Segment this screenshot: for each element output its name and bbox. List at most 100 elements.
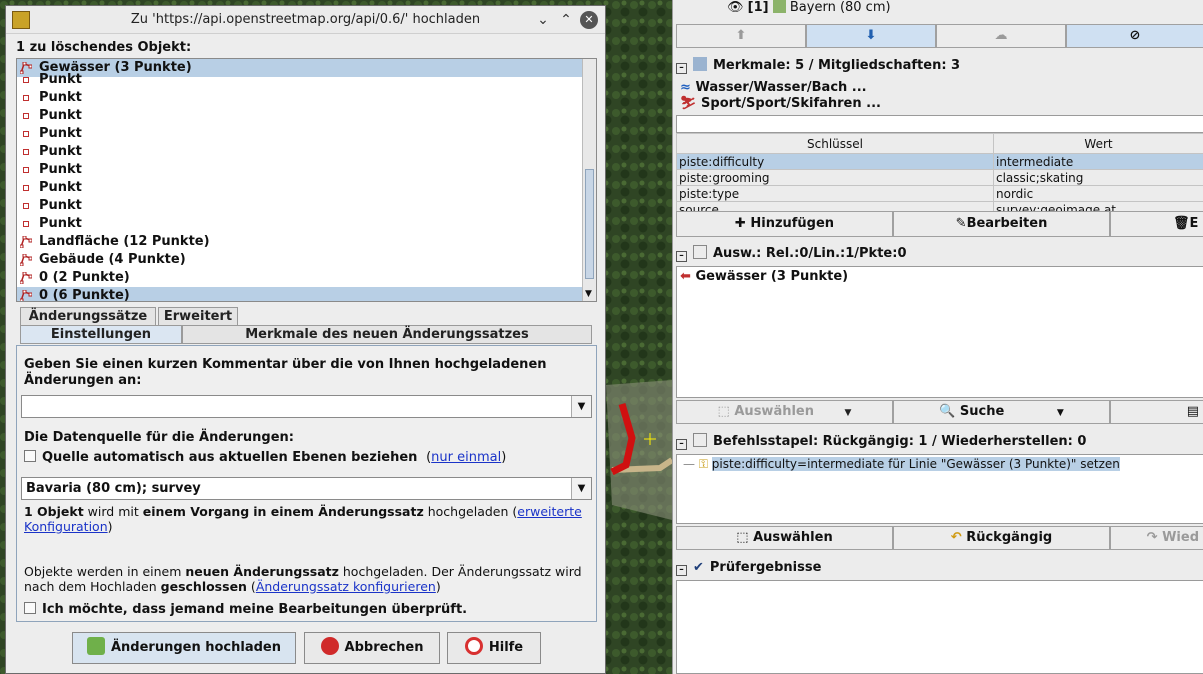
chevron-down-icon[interactable]: ▼ [571, 478, 591, 499]
object-row[interactable]: Gebäude (4 Punkte) [17, 251, 596, 269]
tag-key[interactable]: piste:type [676, 185, 994, 202]
object-row[interactable]: Punkt [17, 89, 596, 107]
object-row[interactable]: Punkt [17, 215, 596, 233]
collapse-icon[interactable]: – [676, 565, 687, 576]
move-up-button[interactable]: ⬆ [676, 24, 806, 48]
search-button[interactable]: 🔍 Suche ▼ [893, 400, 1110, 424]
way-icon [19, 235, 33, 249]
comment-combobox[interactable]: ▼ [21, 395, 592, 418]
tag-row[interactable]: piste:difficulty intermediate [676, 153, 1203, 170]
move-down-button[interactable]: ⬇ [806, 24, 936, 48]
tag-icon [693, 57, 707, 71]
command-list[interactable]: — ⚿ piste:difficulty=intermediate für Li… [676, 454, 1203, 524]
dialog-titlebar[interactable]: Zu 'https://api.openstreetmap.org/api/0.… [6, 6, 605, 34]
more-selection-button[interactable]: ▤ [1110, 400, 1203, 424]
chevron-down-icon[interactable]: ⌄ [534, 11, 552, 29]
auto-source-row: Quelle automatisch aus aktuellen Ebenen … [24, 450, 506, 465]
selection-list[interactable]: ⬅ Gewässer (3 Punkte) [676, 266, 1203, 398]
object-row[interactable]: Punkt [17, 107, 596, 125]
tag-value[interactable]: intermediate [993, 153, 1203, 170]
delete-objects-label: 1 zu löschendes Objekt: [16, 40, 192, 55]
node-icon [23, 95, 29, 101]
command-item[interactable]: — ⚿ piste:difficulty=intermediate für Li… [677, 455, 1203, 472]
tag-key[interactable]: piste:difficulty [676, 153, 994, 170]
validator-results[interactable] [676, 580, 1203, 674]
tags-panel-header[interactable]: – Merkmale: 5 / Mitgliedschaften: 3 [676, 55, 960, 77]
redo-button[interactable]: ↷ Wied [1110, 526, 1203, 550]
selection-panel-header[interactable]: – Ausw.: Rel.:0/Lin.:1/Pkte:0 [676, 243, 906, 265]
upload-button[interactable]: Änderungen hochladen [72, 632, 296, 664]
delete-tag-button[interactable]: 🗑E [1110, 211, 1203, 237]
scroll-down-icon[interactable]: ▼ [585, 289, 592, 299]
close-icon[interactable]: ✕ [580, 11, 598, 29]
object-row[interactable]: Punkt [17, 197, 596, 215]
selection-icon [693, 245, 707, 259]
layer-opacity-button[interactable]: ⊘ [1066, 24, 1203, 48]
value-column-header[interactable]: Wert [993, 133, 1203, 154]
review-row: Ich möchte, dass jemand meine Bearbeitun… [24, 602, 467, 617]
collapse-icon[interactable]: – [676, 251, 687, 262]
object-row[interactable]: 0 (6 Punkte) [17, 287, 596, 301]
edit-tag-button[interactable]: ✎Bearbeiten [893, 211, 1110, 237]
command-select-button[interactable]: ⬚ Auswählen [676, 526, 893, 550]
chevron-down-icon[interactable]: ▼ [571, 396, 591, 417]
chevron-down-icon[interactable]: ▼ [845, 408, 852, 418]
object-row[interactable]: Punkt [17, 179, 596, 197]
source-combobox[interactable]: Bavaria (80 cm); survey ▼ [21, 477, 592, 500]
select-button[interactable]: ⬚ Auswählen ▼ [676, 400, 893, 424]
help-button[interactable]: Hilfe [447, 632, 541, 664]
tag-filter-field[interactable] [676, 115, 1203, 133]
review-checkbox[interactable] [24, 602, 36, 614]
eye-icon[interactable]: 👁 [727, 0, 744, 15]
tab-advanced[interactable]: Erweitert [158, 307, 238, 326]
object-row[interactable]: Punkt [17, 161, 596, 179]
collapse-icon[interactable]: – [676, 63, 687, 74]
selection-item[interactable]: ⬅ Gewässer (3 Punkte) [677, 267, 1203, 284]
object-label: Punkt [39, 108, 82, 123]
configure-changeset-link[interactable]: Änderungssatz konfigurieren [256, 579, 436, 594]
preset-water-stream[interactable]: ≈ Wasser/Wasser/Bach ... [680, 80, 881, 96]
redo-icon: ↷ [1146, 530, 1158, 545]
tags-table[interactable]: Schlüssel Wert piste:difficulty intermedia… [676, 133, 1203, 218]
cancel-button[interactable]: Abbrechen [304, 632, 440, 664]
validator-header[interactable]: – ✔ Prüfergebnisse [676, 557, 821, 579]
undo-button[interactable]: ↶ Rückgängig [893, 526, 1110, 550]
way-icon [19, 253, 33, 267]
object-row[interactable]: Punkt [17, 125, 596, 143]
tab-settings[interactable]: Einstellungen [20, 325, 182, 344]
layer-index: [1] [747, 0, 769, 15]
node-icon [23, 167, 29, 173]
object-row[interactable]: Punkt [17, 143, 596, 161]
scroll-thumb[interactable] [585, 169, 594, 279]
chevron-down-icon[interactable]: ▼ [1057, 408, 1064, 418]
tag-row[interactable]: piste:grooming classic;skating [676, 169, 1203, 186]
chevron-up-icon[interactable]: ⌃ [557, 11, 575, 29]
tag-key[interactable]: piste:grooming [676, 169, 994, 186]
way-icon [19, 271, 33, 285]
layer-row[interactable]: 👁 [1] Bayern (80 cm) [727, 0, 891, 15]
tab-changesets[interactable]: Änderungssätze [20, 307, 156, 326]
object-row[interactable]: Landfläche (12 Punkte) [17, 233, 596, 251]
auto-source-checkbox[interactable] [24, 450, 36, 462]
collapse-icon[interactable]: – [676, 439, 687, 450]
tag-value[interactable]: classic;skating [993, 169, 1203, 186]
key-column-header[interactable]: Schlüssel [676, 133, 994, 154]
objects-scrollbar[interactable]: ▼ [582, 59, 596, 301]
tag-value[interactable]: nordic [993, 185, 1203, 202]
once-link[interactable]: nur einmal [431, 450, 501, 465]
review-label: Ich möchte, dass jemand meine Bearbeitun… [42, 602, 468, 617]
opacity-icon: ⊘ [1129, 28, 1141, 43]
tag-row[interactable]: piste:type nordic [676, 185, 1203, 202]
object-label: Gebäude (4 Punkte) [39, 252, 186, 267]
merge-icon: ☁ [994, 28, 1008, 43]
tab-changeset-tags[interactable]: Merkmale des neuen Änderungssatzes [182, 325, 592, 344]
preset-sport-skiing[interactable]: ⛷ Sport/Sport/Skifahren ... [680, 96, 881, 112]
add-tag-button[interactable]: ✚ Hinzufügen [676, 211, 893, 237]
imagery-layer-icon [772, 0, 786, 13]
merge-layer-button[interactable]: ☁ [936, 24, 1066, 48]
command-stack-header[interactable]: – Befehlsstapel: Rückgängig: 1 / Wiederhe… [676, 431, 1086, 453]
objects-list[interactable]: Gewässer (3 Punkte) Punkt Punkt Punkt Punkt P… [16, 58, 597, 302]
object-row[interactable]: 0 (2 Punkte) [17, 269, 596, 287]
object-row[interactable]: Punkt [17, 71, 596, 89]
source-input[interactable]: Bavaria (80 cm); survey [26, 481, 201, 496]
